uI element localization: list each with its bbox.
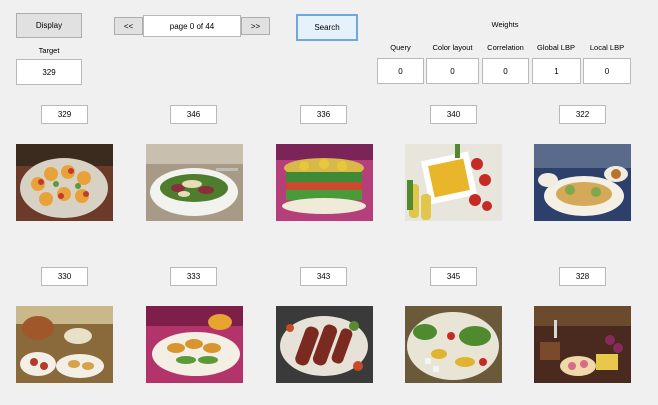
weight-label-color-layout: Color layout <box>432 43 473 52</box>
weight-label-global-lbp: Global LBP <box>537 43 575 52</box>
result-id-9: 345 <box>430 267 477 286</box>
weight-input-query[interactable]: 0 <box>377 58 424 84</box>
weights-title: Weights <box>491 20 519 29</box>
result-id-10: 328 <box>559 267 606 286</box>
result-id-7: 333 <box>170 267 217 286</box>
weight-input-correlation[interactable]: 0 <box>482 58 529 84</box>
weight-input-color-layout[interactable]: 0 <box>426 58 479 84</box>
result-image-5[interactable] <box>534 144 631 221</box>
next-page-button[interactable]: >> <box>241 17 270 35</box>
result-id-8: 343 <box>300 267 347 286</box>
prev-page-button[interactable]: << <box>114 17 143 35</box>
result-image-7[interactable] <box>146 306 243 383</box>
target-label: Target <box>38 46 60 55</box>
result-image-10[interactable] <box>534 306 631 383</box>
result-id-4: 340 <box>430 105 477 124</box>
result-image-9[interactable] <box>405 306 502 383</box>
weight-input-global-lbp[interactable]: 1 <box>532 58 581 84</box>
page-indicator: page 0 of 44 <box>143 15 241 37</box>
result-image-4[interactable] <box>405 144 502 221</box>
weight-input-local-lbp[interactable]: 0 <box>583 58 631 84</box>
result-id-5: 322 <box>559 105 606 124</box>
result-image-3[interactable] <box>276 144 373 221</box>
result-id-6: 330 <box>41 267 88 286</box>
result-id-2: 346 <box>170 105 217 124</box>
search-button[interactable]: Search <box>296 14 358 41</box>
weight-label-local-lbp: Local LBP <box>589 43 625 52</box>
target-input[interactable]: 329 <box>16 59 82 85</box>
result-id-3: 336 <box>300 105 347 124</box>
display-button[interactable]: Display <box>16 13 82 38</box>
result-image-1[interactable] <box>16 144 113 221</box>
result-image-2[interactable] <box>146 144 243 221</box>
result-image-6[interactable] <box>16 306 113 383</box>
result-id-1: 329 <box>41 105 88 124</box>
weight-label-correlation: Correlation <box>487 43 524 52</box>
result-image-8[interactable] <box>276 306 373 383</box>
weight-label-query: Query <box>390 43 411 52</box>
